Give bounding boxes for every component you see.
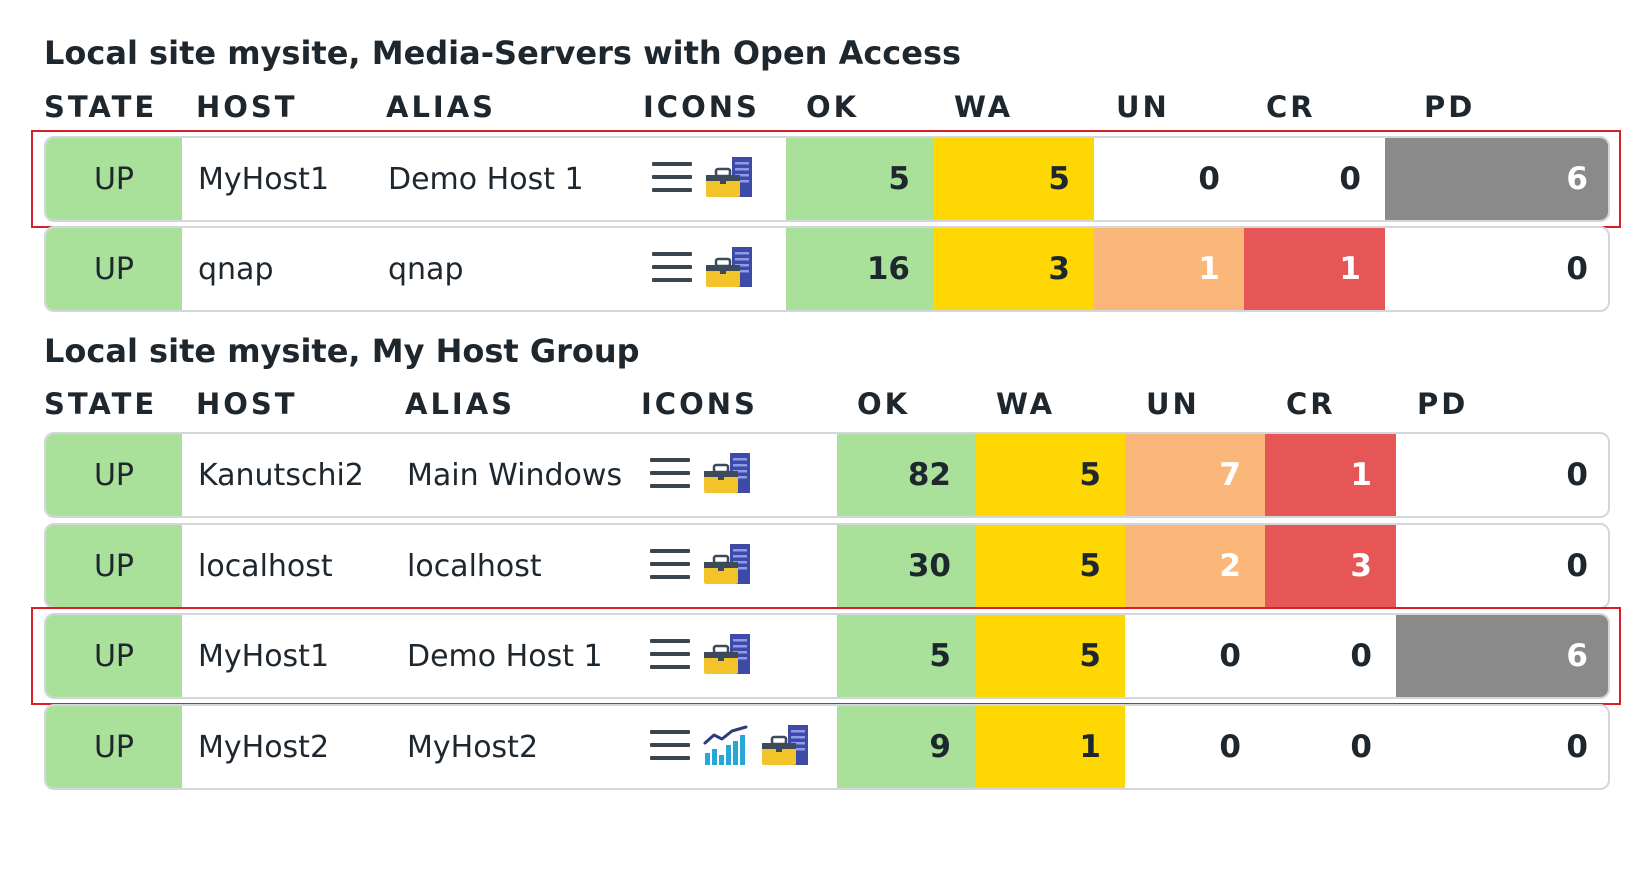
service-count-cr[interactable]: 1 [1265,434,1396,516]
service-count-un[interactable]: 7 [1125,434,1265,516]
column-header-pd[interactable]: PD [1424,90,1475,124]
host-name-link[interactable]: Kanutschi2 [198,434,364,516]
host-row[interactable]: UP MyHost1 Demo Host 155006 [44,136,1610,222]
host-state-badge: UP [46,434,182,516]
column-header-ok[interactable]: OK [857,387,910,421]
host-alias: qnap [388,251,464,287]
service-count-cr[interactable]: 0 [1265,706,1396,788]
column-header-un[interactable]: UN [1146,387,1200,421]
column-header-alias[interactable]: ALIAS [405,387,515,421]
toolbox-server-icon[interactable] [704,245,754,293]
service-count-ok[interactable]: 30 [837,525,975,607]
service-count-un[interactable]: 0 [1094,138,1244,220]
menu-icon[interactable] [650,159,694,199]
host-row[interactable]: UP localhost localhost 30 5 2 3 0 [44,523,1610,609]
host-name-link[interactable]: MyHost1 [198,138,329,220]
service-count-ok[interactable]: 5 [786,138,934,220]
toolbox-server-icon[interactable] [704,155,754,203]
group-title[interactable]: Local site mysite, Media-Servers with Op… [44,34,961,72]
host-icons [648,525,752,607]
column-header-wa[interactable]: WA [996,387,1055,421]
host-icons [650,228,754,310]
menu-icon[interactable] [648,455,692,495]
host-icons [650,138,754,220]
toolbox-server-icon[interactable] [702,451,752,499]
service-count-wa[interactable]: 1 [975,706,1125,788]
menu-icon[interactable] [648,727,692,767]
service-count-wa[interactable]: 5 [975,434,1125,516]
host-alias: Demo Host 1 [407,638,603,674]
column-header-ok[interactable]: OK [806,90,859,124]
column-header-state[interactable]: STATE [44,387,157,421]
service-count-pd[interactable]: 6 [1385,138,1608,220]
perfgraph-icon[interactable] [702,723,750,771]
service-count-cr[interactable]: 1 [1244,228,1385,310]
service-count-ok[interactable]: 82 [837,434,975,516]
service-count-wa[interactable]: 3 [934,228,1094,310]
host-icons [648,434,752,516]
service-count-ok[interactable]: 5 [837,615,975,697]
service-count-pd[interactable]: 0 [1396,706,1608,788]
toolbox-server-icon[interactable] [760,723,810,771]
host-state-badge: UP [46,525,182,607]
host-state-badge: UP [46,706,182,788]
service-count-un[interactable]: 0 [1125,706,1265,788]
service-count-ok[interactable]: 16 [786,228,934,310]
column-header-state[interactable]: STATE [44,90,157,124]
host-alias: MyHost2 [407,729,539,765]
column-header-wa[interactable]: WA [954,90,1013,124]
host-row[interactable]: UP qnap qnap 16 3 1 1 0 [44,226,1610,312]
host-icons [648,706,810,788]
host-alias: Demo Host 1 [388,161,584,197]
host-state-badge: UP [46,228,182,310]
service-count-cr[interactable]: 0 [1244,138,1385,220]
service-count-cr[interactable]: 3 [1265,525,1396,607]
host-icons [648,615,752,697]
toolbox-server-icon[interactable] [702,542,752,590]
group-title[interactable]: Local site mysite, My Host Group [44,332,640,370]
service-count-wa[interactable]: 5 [975,615,1125,697]
menu-icon[interactable] [648,546,692,586]
service-count-pd[interactable]: 0 [1396,525,1608,607]
host-state-badge: UP [46,615,182,697]
service-count-pd[interactable]: 0 [1385,228,1608,310]
host-alias: localhost [407,548,542,584]
toolbox-server-icon[interactable] [702,632,752,680]
column-header-cr[interactable]: CR [1266,90,1316,124]
column-header-alias[interactable]: ALIAS [386,90,496,124]
column-header-cr[interactable]: CR [1286,387,1336,421]
service-count-un[interactable]: 1 [1094,228,1244,310]
host-name-link[interactable]: qnap [198,228,273,310]
host-name-link[interactable]: MyHost1 [198,615,329,697]
host-state-badge: UP [46,138,182,220]
service-count-wa[interactable]: 5 [934,138,1094,220]
service-count-cr[interactable]: 0 [1265,615,1396,697]
service-count-pd[interactable]: 6 [1396,615,1608,697]
column-header-un[interactable]: UN [1116,90,1170,124]
column-header-icons[interactable]: ICONS [641,387,758,421]
host-name-link[interactable]: MyHost2 [198,706,329,788]
service-count-ok[interactable]: 9 [837,706,975,788]
column-header-host[interactable]: HOST [196,90,298,124]
service-count-un[interactable]: 2 [1125,525,1265,607]
host-alias: Main Windows [407,457,623,493]
service-count-pd[interactable]: 0 [1396,434,1608,516]
column-header-pd[interactable]: PD [1417,387,1468,421]
host-row[interactable]: UP MyHost2 MyHost2 9 1 0 0 0 [44,704,1610,790]
host-name-link[interactable]: localhost [198,525,333,607]
menu-icon[interactable] [650,249,694,289]
service-count-wa[interactable]: 5 [975,525,1125,607]
host-row[interactable]: UP Kanutschi2 Main Windows 82 5 7 1 0 [44,432,1610,518]
service-count-un[interactable]: 0 [1125,615,1265,697]
host-row[interactable]: UP MyHost1 Demo Host 155006 [44,613,1610,699]
column-header-host[interactable]: HOST [196,387,298,421]
menu-icon[interactable] [648,636,692,676]
column-header-icons[interactable]: ICONS [643,90,760,124]
